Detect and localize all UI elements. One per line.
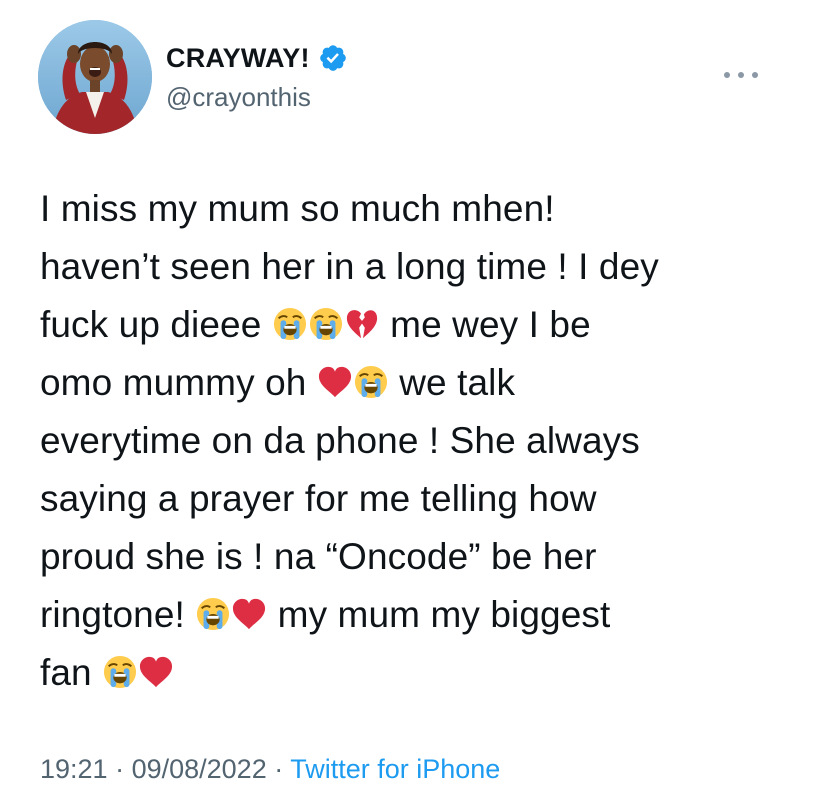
tweet-text-segment: we talk (388, 362, 516, 403)
tweet-meta: 19:21 · 09/08/2022 · Twitter for iPhone (40, 754, 500, 785)
tweet-text-segment: proud she is ! na “Oncode” be her (40, 536, 597, 577)
tweet-text-segment: omo mummy oh (40, 362, 317, 403)
tweet-text-line: I miss my mum so much mhen! (40, 180, 800, 238)
tweet-header: CRAYWAY! @crayonthis (38, 20, 798, 136)
tweet-text-segment: I miss my mum so much mhen! (40, 188, 555, 229)
tweet-text-line: proud she is ! na “Oncode” be her (40, 528, 800, 586)
tweet-text-segment: haven’t seen her in a long time ! I dey (40, 246, 659, 287)
avatar[interactable] (38, 20, 152, 134)
tweet-text-line: haven’t seen her in a long time ! I dey (40, 238, 800, 296)
tweet-text-line: saying a prayer for me telling how (40, 470, 800, 528)
crying-face-emoji-icon (273, 307, 307, 341)
tweet-source-link[interactable]: Twitter for iPhone (290, 754, 500, 784)
handle[interactable]: @crayonthis (166, 82, 348, 113)
tweet-text-segment: me wey I be (379, 304, 591, 345)
author-info: CRAYWAY! @crayonthis (166, 40, 348, 113)
tweet-text-segment: everytime on da phone ! She always (40, 420, 640, 461)
tweet-text-line: fuck up dieee me wey I be (40, 296, 800, 354)
dot (752, 72, 758, 78)
tweet-text: I miss my mum so much mhen! haven’t seen … (40, 180, 800, 702)
tweet-text-line: fan (40, 644, 800, 702)
verified-badge-icon (318, 43, 348, 73)
red-heart-emoji-icon (232, 597, 266, 631)
tweet-card: CRAYWAY! @crayonthis I miss my mum so mu… (0, 0, 828, 811)
tweet-text-segment: fuck up dieee (40, 304, 272, 345)
tweet-text-line: omo mummy oh we talk (40, 354, 800, 412)
red-heart-emoji-icon (318, 365, 352, 399)
tweet-text-segment: saying a prayer for me telling how (40, 478, 597, 519)
meta-separator: · (107, 754, 132, 784)
dot (738, 72, 744, 78)
crying-face-emoji-icon (103, 655, 137, 689)
crying-face-emoji-icon (354, 365, 388, 399)
display-name[interactable]: CRAYWAY! (166, 43, 310, 74)
broken-heart-emoji-icon (345, 307, 379, 341)
crying-face-emoji-icon (196, 597, 230, 631)
crying-face-emoji-icon (309, 307, 343, 341)
tweet-text-segment: fan (40, 652, 103, 693)
meta-separator: · (266, 754, 291, 784)
dot (724, 72, 730, 78)
tweet-time[interactable]: 19:21 (40, 754, 108, 784)
tweet-text-line: everytime on da phone ! She always (40, 412, 800, 470)
red-heart-emoji-icon (139, 655, 173, 689)
display-name-row: CRAYWAY! (166, 40, 348, 76)
tweet-date[interactable]: 09/08/2022 (132, 754, 267, 784)
tweet-text-segment: ringtone! (40, 594, 196, 635)
tweet-text-segment: my mum my biggest (267, 594, 611, 635)
tweet-text-line: ringtone! my mum my biggest (40, 586, 800, 644)
more-dots-icon[interactable] (724, 65, 758, 85)
